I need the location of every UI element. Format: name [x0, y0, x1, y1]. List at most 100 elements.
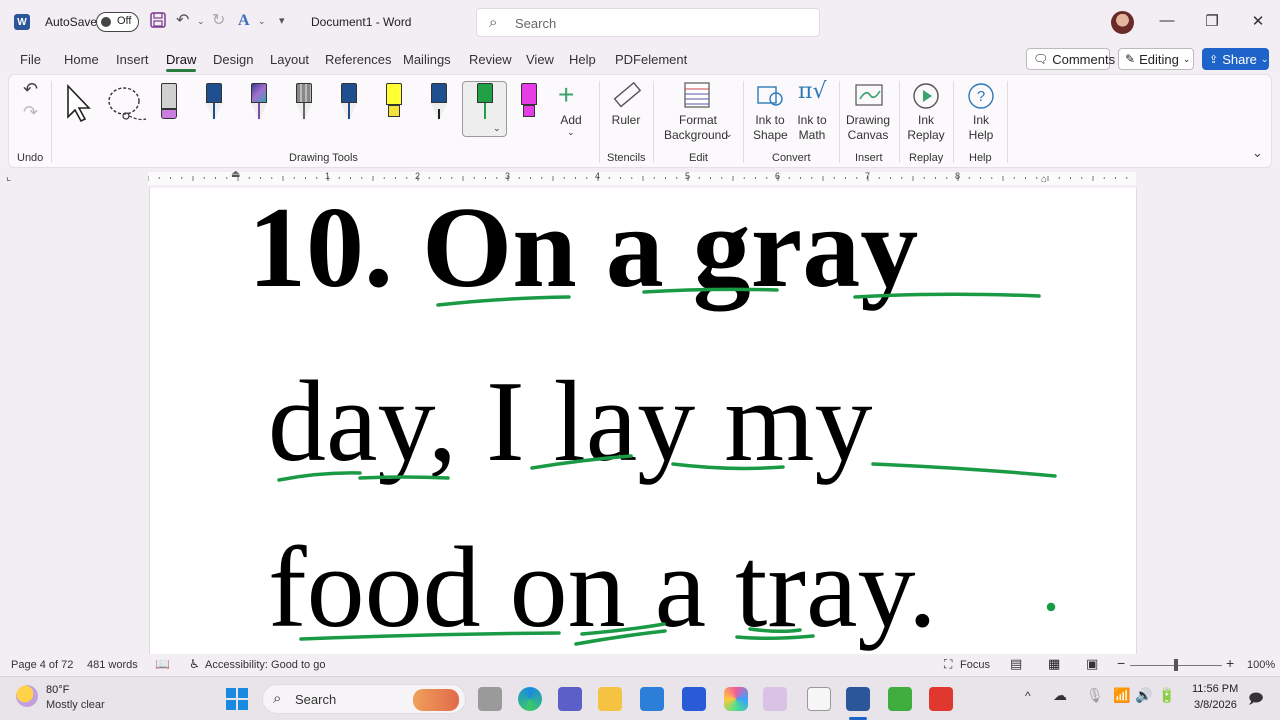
pen-navy-icon[interactable] — [339, 83, 359, 123]
format-background-label-1[interactable]: Format — [659, 113, 737, 128]
tab-design[interactable]: Design — [213, 52, 253, 67]
focus-button[interactable]: Focus — [960, 659, 990, 671]
select-cursor-icon[interactable] — [65, 83, 93, 128]
taskbar-search[interactable]: ⌕ Search — [262, 684, 466, 714]
left-indent-marker-icon[interactable]: ⏏ — [231, 169, 240, 180]
drawing-canvas-label-1[interactable]: Drawing — [845, 113, 891, 128]
redo-icon[interactable]: ↻ — [212, 12, 225, 30]
save-icon[interactable] — [150, 12, 166, 33]
document-page[interactable]: 10. On a gray day, I lay my food on a tr… — [149, 188, 1137, 654]
page-count[interactable]: Page 4 of 72 — [11, 659, 73, 671]
task-view-icon[interactable] — [478, 687, 502, 711]
vscode-icon[interactable] — [682, 687, 706, 711]
pen-green-icon[interactable] — [475, 83, 495, 123]
read-mode-icon[interactable]: ▤ — [1010, 656, 1022, 672]
ribbon-undo-icon[interactable]: ↶ — [23, 79, 38, 100]
ink-to-shape-icon[interactable] — [756, 81, 784, 114]
highlighter-yellow-icon[interactable] — [384, 83, 404, 123]
ribbon-redo-icon[interactable]: ↷ — [23, 102, 38, 123]
text-style-dropdown-icon[interactable]: ⌄ — [258, 12, 266, 30]
clock-date[interactable]: 3/8/2026 — [1194, 699, 1237, 711]
text-style-icon[interactable]: A — [238, 12, 250, 30]
zoom-slider-thumb[interactable] — [1174, 659, 1178, 671]
word-taskbar-icon[interactable] — [846, 687, 870, 711]
share-button[interactable]: ⇪ Share ⌄ — [1202, 48, 1269, 70]
tab-help[interactable]: Help — [569, 52, 596, 67]
close-icon[interactable]: ✕ — [1243, 12, 1273, 30]
autosave-toggle[interactable]: Off — [96, 12, 139, 32]
battery-icon[interactable]: 🔋 — [1158, 687, 1175, 704]
web-layout-icon[interactable]: ▣ — [1086, 656, 1098, 672]
ink-to-shape-label-1[interactable]: Ink to — [753, 113, 787, 128]
drawing-canvas-icon[interactable] — [854, 81, 884, 114]
customize-toolbar-icon[interactable]: ▾ — [279, 12, 285, 30]
pen-blue-icon[interactable] — [204, 83, 224, 123]
volume-icon[interactable]: 🔊 — [1135, 687, 1152, 704]
tab-references[interactable]: References — [325, 52, 391, 67]
add-pen-icon[interactable]: + — [558, 79, 574, 111]
ink-replay-label-2[interactable]: Replay — [907, 128, 945, 143]
tab-mailings[interactable]: Mailings — [403, 52, 451, 67]
edge-icon[interactable] — [518, 687, 542, 711]
highlighter-magenta-icon[interactable] — [519, 83, 539, 123]
pen-galaxy-icon[interactable] — [249, 83, 269, 123]
tab-home[interactable]: Home — [64, 52, 99, 67]
copilot-icon[interactable] — [724, 687, 748, 711]
camtasia-icon[interactable] — [888, 687, 912, 711]
zoom-in-icon[interactable]: + — [1226, 655, 1234, 671]
notifications-icon[interactable]: 🗩 — [1248, 688, 1264, 712]
weather-temperature[interactable]: 80°F — [46, 684, 69, 696]
camtasia-recorder-icon[interactable] — [929, 687, 953, 711]
wifi-icon[interactable]: 📶 — [1113, 687, 1130, 704]
ink-to-math-icon[interactable]: π√ — [798, 79, 826, 104]
store-icon[interactable] — [640, 687, 664, 711]
word-count[interactable]: 481 words — [87, 659, 138, 671]
search-box[interactable]: ⌕ Search — [476, 8, 820, 37]
print-layout-icon[interactable]: ▦ — [1048, 656, 1060, 672]
minimize-icon[interactable]: — — [1152, 12, 1182, 29]
ink-help-label-1[interactable]: Ink — [965, 113, 997, 128]
zoom-out-icon[interactable]: − — [1117, 655, 1125, 671]
ink-help-icon[interactable]: ? — [966, 81, 996, 116]
tab-pdfelement[interactable]: PDFelement — [615, 52, 687, 67]
ruler-label[interactable]: Ruler — [609, 113, 643, 128]
pen-fountain-icon[interactable] — [429, 83, 449, 123]
collapse-ribbon-icon[interactable]: ⌄ — [1252, 145, 1263, 161]
show-hidden-icons-icon[interactable]: ^ — [1025, 689, 1031, 703]
comments-button[interactable]: 🗨 Comments — [1026, 48, 1115, 70]
right-indent-marker-icon[interactable]: ⌂ — [1041, 174, 1047, 185]
proofing-icon[interactable]: 📖 — [155, 657, 170, 671]
lasso-select-icon[interactable] — [106, 85, 148, 130]
editing-button[interactable]: ✎ Editing ⌄ — [1118, 48, 1194, 70]
ink-to-math-label-1[interactable]: Ink to — [795, 113, 829, 128]
ink-help-label-2[interactable]: Help — [965, 128, 997, 143]
ink-replay-icon[interactable] — [911, 81, 941, 116]
accessibility-status[interactable]: Accessibility: Good to go — [205, 659, 325, 671]
tab-view[interactable]: View — [526, 52, 554, 67]
microphone-icon[interactable]: 🎙 — [1086, 687, 1104, 704]
eraser-icon[interactable] — [159, 83, 179, 123]
ink-replay-label-1[interactable]: Ink — [907, 113, 945, 128]
add-chevron-icon[interactable]: ⌄ — [567, 127, 575, 138]
ruler-strip[interactable] — [148, 172, 1136, 185]
avatar[interactable] — [1111, 11, 1134, 34]
onedrive-icon[interactable]: ☁ — [1053, 687, 1067, 704]
ruler-icon[interactable] — [612, 81, 642, 116]
ink-to-shape-label-2[interactable]: Shape — [753, 128, 788, 143]
add-pen-label[interactable]: Add — [559, 113, 583, 128]
tab-stop-icon[interactable]: ⌞ — [6, 170, 11, 183]
restore-icon[interactable]: ❐ — [1197, 12, 1227, 30]
format-background-chevron-icon[interactable]: ⌄ — [725, 129, 733, 140]
start-windows-icon[interactable] — [225, 687, 249, 716]
undo-dropdown-icon[interactable]: ⌄ — [197, 12, 205, 30]
ink-annotations[interactable] — [150, 188, 1138, 654]
pen-options-chevron-icon[interactable]: ⌄ — [493, 123, 501, 134]
tab-insert[interactable]: Insert — [116, 52, 149, 67]
clock-time[interactable]: 11:56 PM — [1192, 683, 1238, 695]
weather-moon-icon[interactable] — [16, 685, 38, 707]
tab-review[interactable]: Review — [469, 52, 512, 67]
notepad-icon[interactable] — [807, 687, 831, 711]
zoom-level[interactable]: 100% — [1247, 659, 1275, 671]
tab-layout[interactable]: Layout — [270, 52, 309, 67]
snipping-tool-icon[interactable] — [763, 687, 787, 711]
